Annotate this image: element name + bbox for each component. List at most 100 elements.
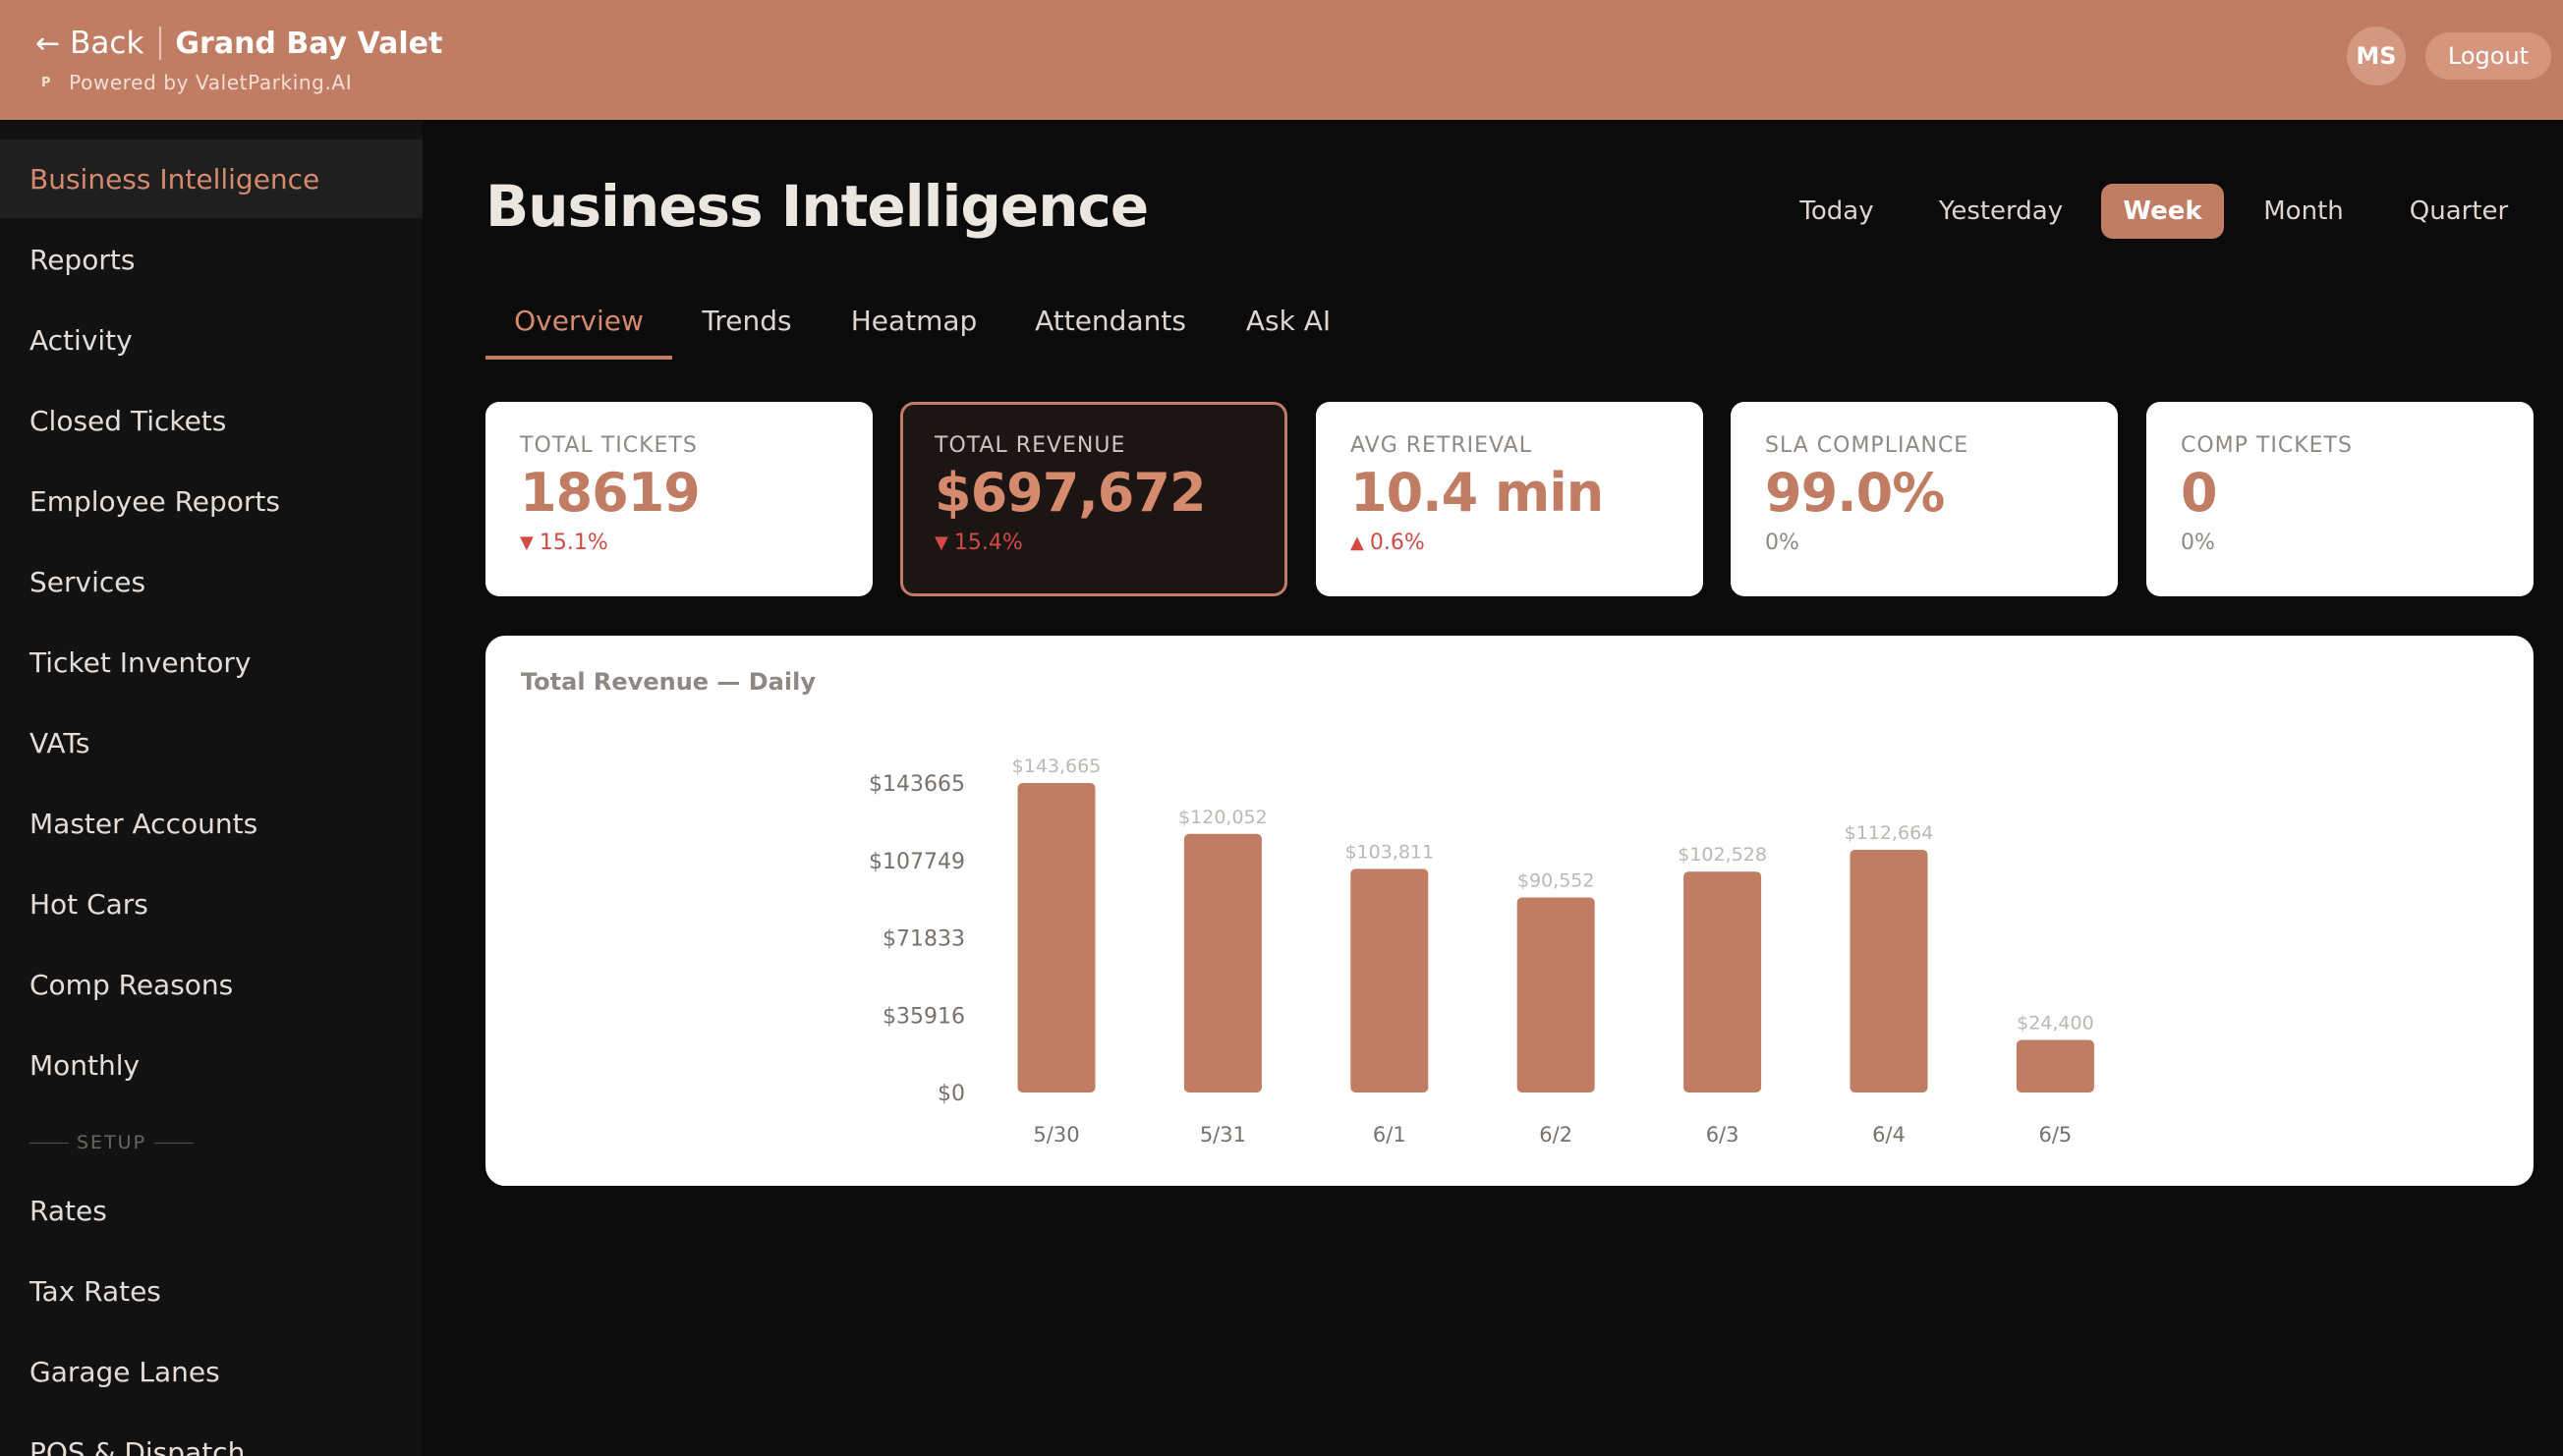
- sidebar-item-label: Reports: [29, 243, 136, 276]
- kpi-delta-value: 0%: [1765, 531, 1799, 555]
- bar-value-label: $143,665: [1012, 756, 1102, 777]
- kpi-delta: ▼ 15.1%: [520, 531, 873, 555]
- y-axis-tick-label: $35916: [883, 1004, 965, 1029]
- period-yesterday-button[interactable]: Yesterday: [1926, 184, 2076, 239]
- sidebar-item-closed-tickets[interactable]: Closed Tickets: [0, 381, 423, 460]
- logout-button[interactable]: Logout: [2425, 32, 2551, 80]
- kpi-delta: 0%: [1765, 531, 2118, 555]
- x-axis-tick-label: 6/3: [1706, 1123, 1739, 1147]
- kpi-value: 18619: [520, 462, 701, 524]
- sidebar-item-label: Business Intelligence: [29, 162, 320, 196]
- sidebar-item-label: Rates: [29, 1194, 107, 1227]
- tab-attendants[interactable]: Attendants: [1022, 295, 1199, 360]
- sidebar-item-reports[interactable]: Reports: [0, 220, 423, 299]
- kpi-card-comp-tickets[interactable]: COMP TICKETS 0 0%: [2146, 402, 2534, 596]
- chart-bar: [1516, 897, 1595, 1092]
- bar-value-label: $90,552: [1517, 869, 1595, 891]
- kpi-card-total-revenue[interactable]: TOTAL REVENUE $697,672 ▼ 15.4%: [900, 402, 1287, 596]
- y-axis-tick-label: $71833: [883, 927, 965, 952]
- kpi-value: 10.4 min: [1350, 462, 1604, 524]
- chart-bar: [1850, 849, 1928, 1092]
- kpi-delta-value: 15.1%: [539, 531, 608, 555]
- divider: [159, 27, 162, 60]
- section-rule: [29, 1142, 69, 1144]
- tab-heatmap[interactable]: Heatmap: [845, 295, 983, 360]
- chart-bar: [1017, 783, 1096, 1092]
- chart-bar: [1350, 868, 1429, 1092]
- sidebar-item-services[interactable]: Services: [0, 542, 423, 621]
- x-axis-tick-label: 6/2: [1539, 1123, 1572, 1147]
- x-axis-tick-label: 6/4: [1872, 1123, 1906, 1147]
- period-month-button[interactable]: Month: [2249, 184, 2359, 239]
- sidebar-section-setup: SETUP: [29, 1132, 201, 1153]
- sidebar-item-label: Ticket Inventory: [29, 645, 252, 679]
- revenue-chart-card: Total Revenue — Daily $0 $35916 $71833 $107…: [485, 636, 2534, 1186]
- kpi-delta: 0%: [2181, 531, 2534, 555]
- sidebar-item-label: POS & Dispatch: [29, 1435, 246, 1456]
- tab-ask-ai[interactable]: Ask AI: [1234, 295, 1342, 360]
- kpi-label: COMP TICKETS: [2181, 433, 2353, 458]
- kpi-delta-value: 0%: [2181, 531, 2215, 555]
- bar-value-label: $102,528: [1678, 844, 1767, 866]
- sidebar-item-tax-rates[interactable]: Tax Rates: [0, 1252, 423, 1330]
- y-axis-tick-label: $143665: [869, 772, 965, 797]
- sidebar-item-rates[interactable]: Rates: [0, 1171, 423, 1250]
- kpi-delta-value: 15.4%: [953, 531, 1023, 555]
- sidebar-item-label: Activity: [29, 323, 133, 357]
- revenue-bar-chart: $0 $35916 $71833 $107749 $143665 $143,665 5/30…: [869, 756, 2094, 1147]
- triangle-down-icon: ▼: [520, 532, 534, 553]
- sidebar-item-label: Master Accounts: [29, 807, 258, 840]
- sidebar-item-label: Comp Reasons: [29, 968, 234, 1001]
- triangle-up-icon: ▲: [1350, 532, 1364, 553]
- sidebar-item-label: Tax Rates: [29, 1274, 161, 1308]
- kpi-delta-value: 0.6%: [1369, 531, 1425, 555]
- sidebar-item-comp-reasons[interactable]: Comp Reasons: [0, 945, 423, 1024]
- page-title: Business Intelligence: [485, 173, 1149, 240]
- powered-by-text: Powered by ValetParking.AI: [69, 71, 353, 94]
- sidebar-item-label: Services: [29, 565, 146, 598]
- kpi-value: 99.0%: [1765, 462, 1945, 524]
- back-button[interactable]: ← Back Grand Bay Valet: [35, 24, 442, 63]
- powered-by: P Powered by ValetParking.AI: [41, 71, 352, 94]
- kpi-card-total-tickets[interactable]: TOTAL TICKETS 18619 ▼ 15.1%: [485, 402, 873, 596]
- sidebar-item-label: VATs: [29, 726, 90, 759]
- sidebar-item-hot-cars[interactable]: Hot Cars: [0, 865, 423, 943]
- section-rule: [154, 1142, 195, 1144]
- sidebar-item-label: Hot Cars: [29, 887, 148, 921]
- arrow-left-icon: ←: [35, 26, 61, 61]
- chart-bar: [2016, 1039, 2094, 1092]
- tab-overview[interactable]: Overview: [485, 295, 672, 360]
- kpi-card-sla-compliance[interactable]: SLA COMPLIANCE 99.0% 0%: [1731, 402, 2118, 596]
- back-label: Back: [70, 26, 144, 61]
- period-week-button[interactable]: Week: [2101, 184, 2224, 239]
- sidebar-item-business-intelligence[interactable]: Business Intelligence: [0, 140, 423, 218]
- y-axis-tick-label: $0: [938, 1082, 965, 1106]
- sidebar-item-monthly[interactable]: Monthly: [0, 1026, 423, 1104]
- sidebar-item-pos-dispatch[interactable]: POS & Dispatch: [0, 1413, 423, 1456]
- sidebar-item-garage-lanes[interactable]: Garage Lanes: [0, 1332, 423, 1411]
- kpi-label: TOTAL TICKETS: [520, 433, 698, 458]
- bar-value-label: $103,811: [1344, 841, 1434, 863]
- kpi-card-avg-retrieval[interactable]: AVG RETRIEVAL 10.4 min ▲ 0.6%: [1316, 402, 1703, 596]
- period-quarter-button[interactable]: Quarter: [2398, 184, 2520, 239]
- sidebar: Business Intelligence Reports Activity C…: [0, 120, 423, 1456]
- chart-bar: [1183, 833, 1262, 1092]
- period-today-button[interactable]: Today: [1779, 184, 1895, 239]
- kpi-label: SLA COMPLIANCE: [1765, 433, 1969, 458]
- sidebar-item-label: Monthly: [29, 1048, 141, 1082]
- kpi-value: $697,672: [935, 462, 1207, 524]
- bar-value-label: $24,400: [2017, 1013, 2094, 1035]
- kpi-value: 0: [2181, 462, 2218, 524]
- x-axis-tick-label: 5/30: [1033, 1123, 1079, 1147]
- kpi-delta: ▼ 15.4%: [935, 531, 1284, 555]
- sidebar-item-label: Garage Lanes: [29, 1355, 220, 1388]
- sidebar-item-label: Employee Reports: [29, 484, 280, 518]
- sidebar-item-label: Closed Tickets: [29, 404, 227, 437]
- avatar[interactable]: MS: [2347, 27, 2406, 85]
- sidebar-item-ticket-inventory[interactable]: Ticket Inventory: [0, 623, 423, 701]
- sidebar-item-employee-reports[interactable]: Employee Reports: [0, 462, 423, 540]
- tab-trends[interactable]: Trends: [688, 295, 806, 360]
- sidebar-item-activity[interactable]: Activity: [0, 301, 423, 379]
- sidebar-item-vats[interactable]: VATs: [0, 703, 423, 782]
- sidebar-item-master-accounts[interactable]: Master Accounts: [0, 784, 423, 863]
